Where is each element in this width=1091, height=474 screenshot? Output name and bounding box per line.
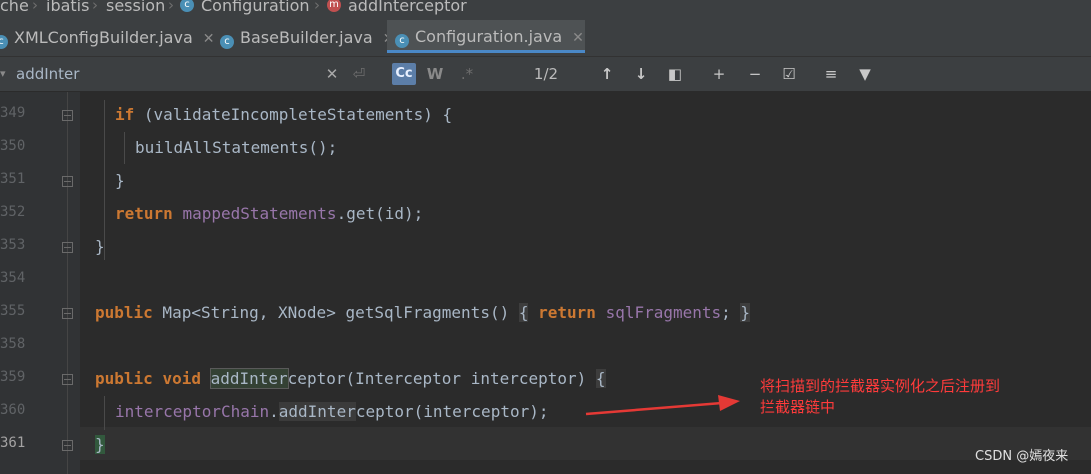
annotation-line-1: 将扫描到的拦截器实例化之后注册到: [760, 377, 1001, 395]
annotation-line-2: 拦截器链中: [760, 398, 836, 416]
watermark: CSDN @嫣夜来: [975, 449, 1069, 464]
annotation-text: 将扫描到的拦截器实例化之后注册到 拦截器链中: [760, 376, 1050, 418]
